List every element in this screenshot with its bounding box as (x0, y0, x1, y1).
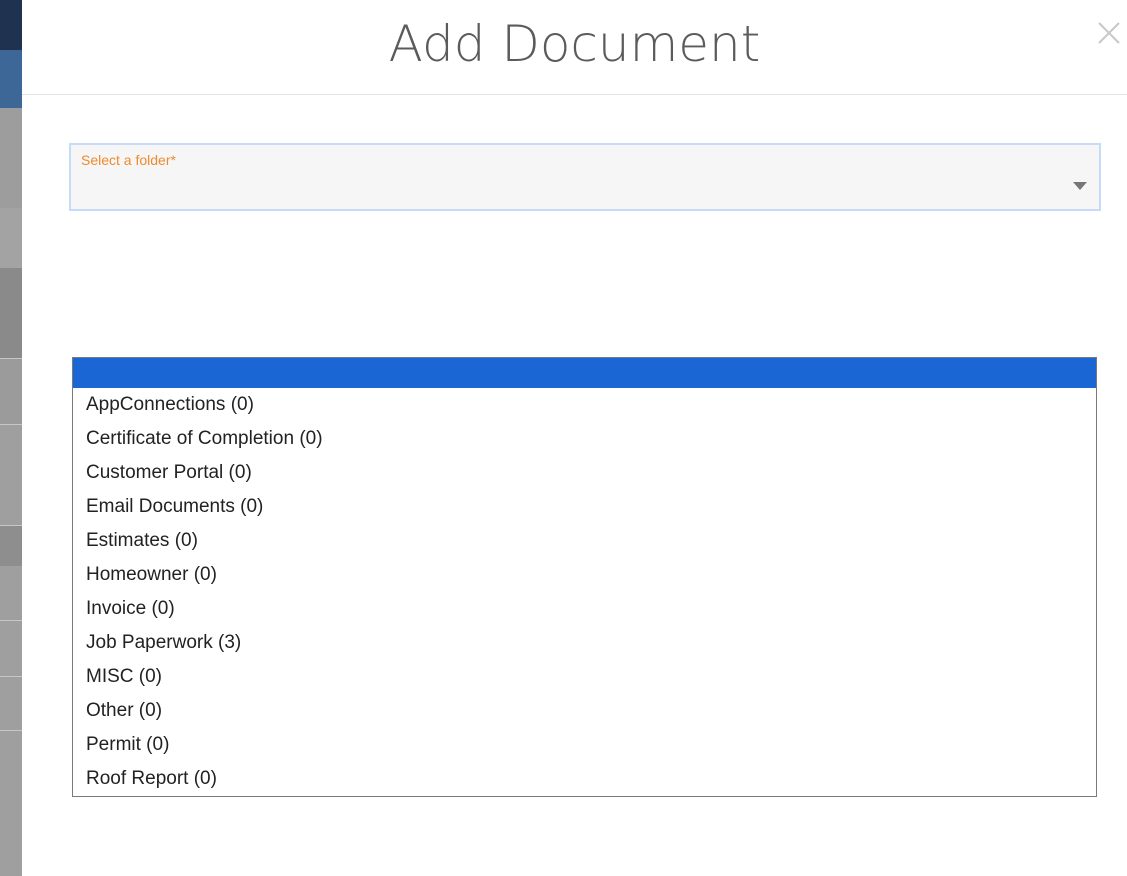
modal-header: Add Document (22, 0, 1127, 95)
add-document-modal: Add Document Select a folder* AppConnect… (22, 0, 1127, 876)
folder-option[interactable]: Estimates (0) (73, 524, 1096, 558)
folder-select[interactable]: Select a folder* (69, 143, 1101, 211)
background-active-nav-item (0, 50, 22, 108)
background-panel (0, 424, 22, 526)
folder-option[interactable]: Roof Report (0) (73, 762, 1096, 796)
background-header-bar (0, 0, 22, 50)
folder-option[interactable]: MISC (0) (73, 660, 1096, 694)
folder-option[interactable]: Other (0) (73, 694, 1096, 728)
close-icon (1098, 22, 1120, 44)
folder-option[interactable]: AppConnections (0) (73, 388, 1096, 422)
background-panel (0, 358, 22, 425)
folder-option[interactable]: Permit (0) (73, 728, 1096, 762)
background-divider (0, 676, 22, 677)
background-panel (0, 526, 22, 566)
chevron-down-icon (1073, 182, 1087, 190)
folder-option-empty[interactable] (73, 358, 1096, 388)
modal-title: Add Document (388, 15, 761, 73)
folder-select-label: Select a folder* (81, 152, 176, 168)
folder-option[interactable]: Customer Portal (0) (73, 456, 1096, 490)
folder-options-list[interactable]: AppConnections (0) Certificate of Comple… (72, 357, 1097, 797)
background-divider (0, 730, 22, 731)
background-panel (0, 268, 22, 358)
folder-option[interactable]: Certificate of Completion (0) (73, 422, 1096, 456)
background-panel (0, 566, 22, 876)
background-page-strip (0, 0, 22, 876)
close-button[interactable] (1096, 20, 1122, 46)
background-panel (0, 108, 22, 209)
background-panel (0, 208, 22, 269)
folder-option[interactable]: Email Documents (0) (73, 490, 1096, 524)
folder-option[interactable]: Invoice (0) (73, 592, 1096, 626)
folder-option[interactable]: Homeowner (0) (73, 558, 1096, 592)
background-divider (0, 620, 22, 621)
folder-option[interactable]: Job Paperwork (3) (73, 626, 1096, 660)
